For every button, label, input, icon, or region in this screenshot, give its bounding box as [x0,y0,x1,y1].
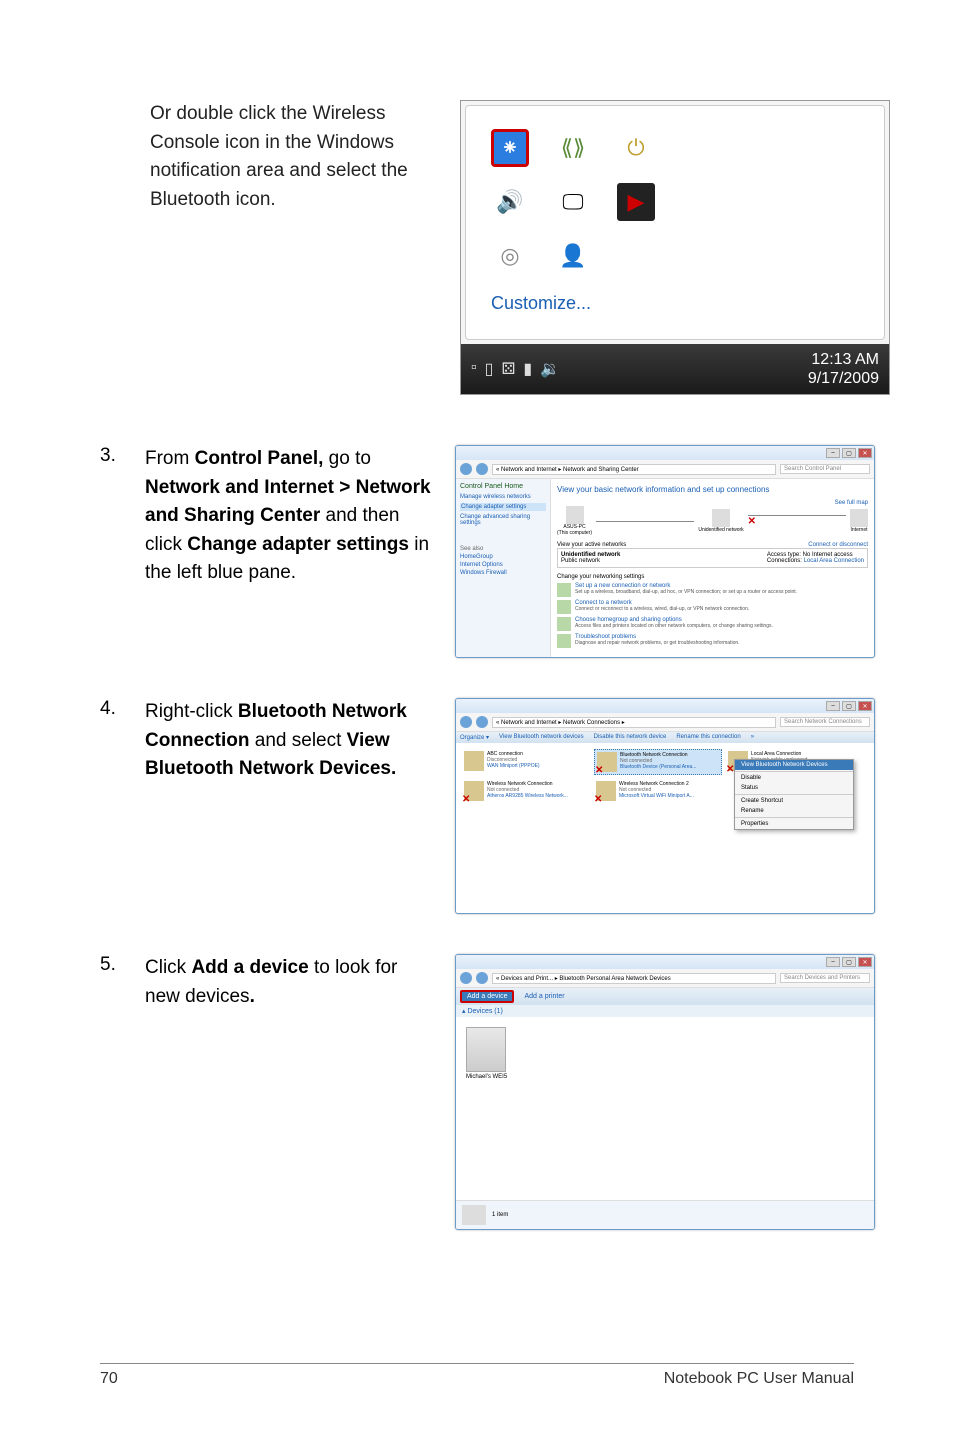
connect-icon [557,600,571,614]
main-heading: View your basic network information and … [557,485,868,494]
connect-disconnect-link[interactable]: Connect or disconnect [808,542,868,548]
monitor-icon: 🖵 [554,183,592,221]
sidebar-link[interactable]: Manage wireless networks [460,494,546,500]
address-bar[interactable]: « Network and Internet ▸ Network Connect… [492,717,776,728]
connection-item[interactable]: ABC connectionDisconnectedWAN Miniport (… [462,749,590,775]
back-button[interactable] [460,972,472,984]
show-hidden-icon: ▫ [471,359,477,379]
sidebar-link-change-adapter[interactable]: Change adapter settings [460,503,546,511]
forward-button[interactable] [476,716,488,728]
device-item[interactable]: Michael's WEI5 [466,1027,507,1080]
forward-button[interactable] [476,972,488,984]
ctx-status[interactable]: Status [735,783,853,793]
display-icon: ▶ [617,183,655,221]
see-also-label: See also [460,546,546,552]
volume-icon: 🔊 [491,183,529,221]
maximize-button[interactable]: ▢ [842,448,856,458]
status-text: 1 item [492,1212,508,1218]
disc-icon: ◎ [491,237,529,275]
ctx-disable[interactable]: Disable [735,773,853,783]
connection-icon: ✕ [464,781,484,801]
address-bar[interactable]: « Devices and Print... ▸ Bluetooth Perso… [492,973,776,984]
setup-icon [557,583,571,597]
page-number: 70 [100,1370,118,1388]
search-field[interactable]: Search Devices and Printers [780,973,870,983]
toolbar-view-bt[interactable]: View Bluetooth network devices [499,734,584,741]
maximize-button[interactable]: ▢ [842,701,856,711]
back-button[interactable] [460,463,472,475]
status-icon [462,1205,486,1225]
network-icon [712,509,730,527]
ctx-rename[interactable]: Rename [735,806,853,816]
devices-printers-screenshot: ‒ ▢ ✕ « Devices and Print... ▸ Bluetooth… [455,954,875,1230]
bluetooth-icon: ⁕ [491,129,529,167]
step-4-number: 4. [100,698,125,720]
step-3-number: 3. [100,445,125,467]
local-area-connection-link[interactable]: Local Area Connection [804,558,864,564]
connection-icon: ✕ [597,752,617,772]
user-icon: 👤 [554,237,592,275]
see-also-link[interactable]: Windows Firewall [460,570,546,576]
network-connections-screenshot: ‒ ▢ ✕ « Network and Internet ▸ Network C… [455,698,875,914]
toolbar-more[interactable]: » [751,734,754,741]
ctx-view-bluetooth[interactable]: View Bluetooth Network Devices [735,760,853,770]
minimize-button[interactable]: ‒ [826,957,840,967]
connection-item[interactable]: ✕Wireless Network ConnectionNot connecte… [462,779,590,803]
address-bar[interactable]: « Network and Internet ▸ Network and Sha… [492,464,776,475]
systray-screenshot: ⁕ ⟪⟫ ⏻ 🔊 🖵 ▶ ◎ 👤 Customize... [460,100,890,395]
network-tray-icon: ⚄ [501,359,515,379]
close-button[interactable]: ✕ [858,701,872,711]
close-button[interactable]: ✕ [858,448,872,458]
add-device-button[interactable]: Add a device [460,990,514,1003]
flag-icon: ▯ [485,359,494,379]
footer-title: Notebook PC User Manual [664,1370,854,1388]
wireless-console-icon: ⟪⟫ [554,129,592,167]
step-3-text: From Control Panel, go to Network and In… [145,445,435,588]
back-button[interactable] [460,716,472,728]
organize-menu[interactable]: Organize ▾ [460,734,489,741]
ctx-shortcut[interactable]: Create Shortcut [735,796,853,806]
minimize-button[interactable]: ‒ [826,448,840,458]
add-printer-button[interactable]: Add a printer [524,993,564,1000]
taskbar-clock: 12:13 AM 9/17/2009 [808,350,879,388]
disconnected-icon: ✕ [748,516,756,527]
homegroup-icon [557,617,571,631]
context-menu: View Bluetooth Network Devices Disable S… [734,759,854,830]
customize-link[interactable]: Customize... [476,283,874,324]
ctx-properties[interactable]: Properties [735,819,853,829]
sidebar-title: Control Panel Home [460,483,546,490]
connection-item[interactable]: ✕Wireless Network Connection 2Not connec… [594,779,722,803]
toolbar-disable[interactable]: Disable this network device [594,734,667,741]
see-also-link[interactable]: Internet Options [460,562,546,568]
speaker-tray-icon: 🔉 [540,359,560,379]
connection-icon [464,751,484,771]
see-also-link[interactable]: HomeGroup [460,554,546,560]
minimize-button[interactable]: ‒ [826,701,840,711]
connection-icon: ✕ [596,781,616,801]
computer-icon [566,506,584,524]
network-sharing-center-screenshot: ‒ ▢ ✕ « Network and Internet ▸ Network a… [455,445,875,658]
step-5-number: 5. [100,954,125,976]
step-5-text: Click Add a device to look for new devic… [145,954,435,1011]
globe-icon [850,509,868,527]
maximize-button[interactable]: ▢ [842,957,856,967]
search-field[interactable]: Search Control Panel [780,464,870,474]
sidebar-link[interactable]: Change advanced sharing settings [460,514,546,526]
phone-device-icon [466,1027,506,1072]
power-icon: ⏻ [617,129,655,167]
bluetooth-connection-item[interactable]: ✕Bluetooth Network ConnectionNot connect… [594,749,722,775]
step-4-text: Right-click Bluetooth Network Connection… [145,698,435,784]
wifi-tray-icon: ▮ [523,359,532,379]
intro-paragraph: Or double click the Wireless Console ico… [100,100,440,214]
close-button[interactable]: ✕ [858,957,872,967]
see-full-map-link[interactable]: See full map [835,500,868,506]
troubleshoot-icon [557,634,571,648]
toolbar-rename[interactable]: Rename this connection [676,734,740,741]
devices-section-header[interactable]: ▴ Devices (1) [456,1005,874,1017]
search-field[interactable]: Search Network Connections [780,717,870,727]
forward-button[interactable] [476,463,488,475]
